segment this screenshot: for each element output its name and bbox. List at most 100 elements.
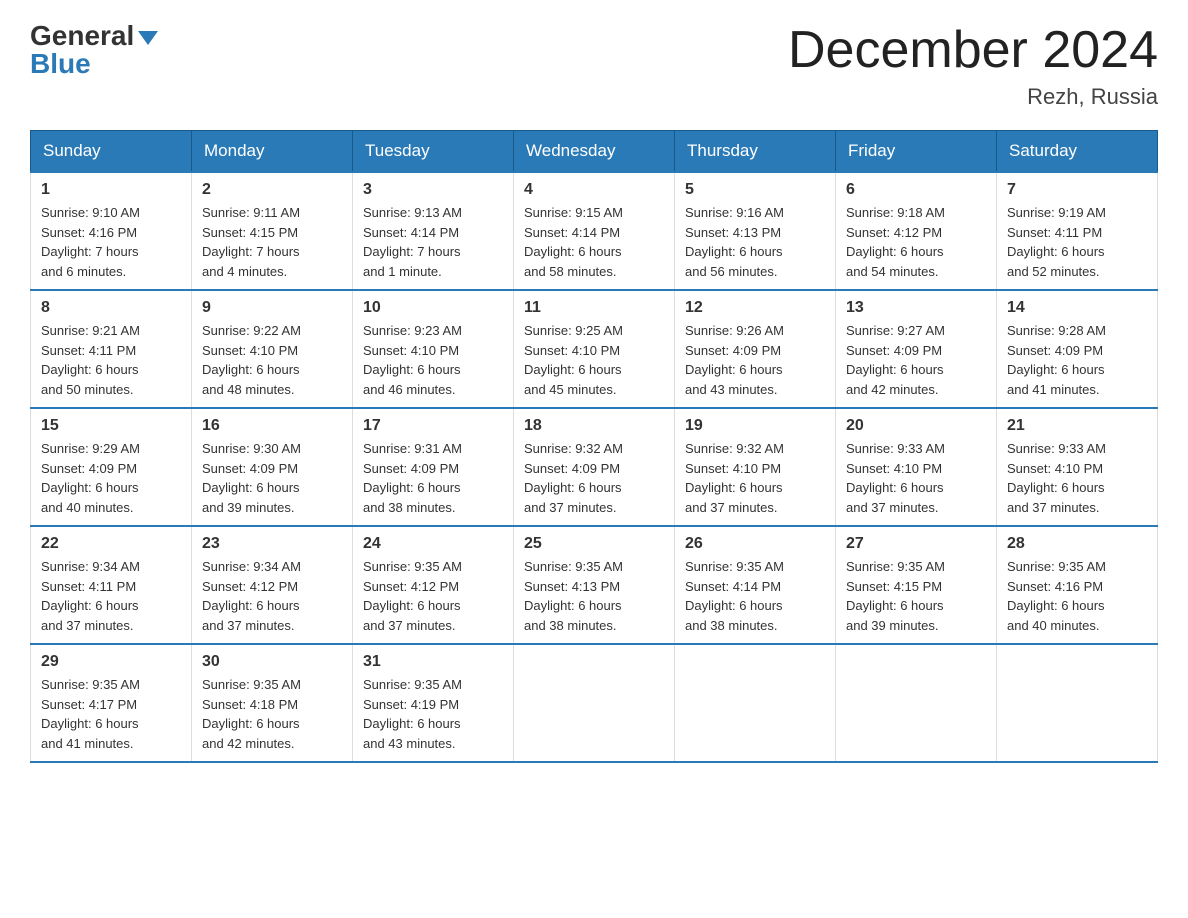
calendar-cell: 16 Sunrise: 9:30 AMSunset: 4:09 PMDaylig… — [192, 408, 353, 526]
calendar-cell: 2 Sunrise: 9:11 AMSunset: 4:15 PMDayligh… — [192, 172, 353, 290]
calendar-cell: 3 Sunrise: 9:13 AMSunset: 4:14 PMDayligh… — [353, 172, 514, 290]
calendar-cell: 29 Sunrise: 9:35 AMSunset: 4:17 PMDaylig… — [31, 644, 192, 762]
calendar-cell: 9 Sunrise: 9:22 AMSunset: 4:10 PMDayligh… — [192, 290, 353, 408]
day-info: Sunrise: 9:23 AMSunset: 4:10 PMDaylight:… — [363, 321, 503, 399]
calendar-cell: 7 Sunrise: 9:19 AMSunset: 4:11 PMDayligh… — [997, 172, 1158, 290]
calendar-cell: 8 Sunrise: 9:21 AMSunset: 4:11 PMDayligh… — [31, 290, 192, 408]
logo: General Blue — [30, 20, 158, 80]
calendar-cell: 19 Sunrise: 9:32 AMSunset: 4:10 PMDaylig… — [675, 408, 836, 526]
calendar-cell: 15 Sunrise: 9:29 AMSunset: 4:09 PMDaylig… — [31, 408, 192, 526]
calendar-cell: 24 Sunrise: 9:35 AMSunset: 4:12 PMDaylig… — [353, 526, 514, 644]
day-info: Sunrise: 9:35 AMSunset: 4:13 PMDaylight:… — [524, 557, 664, 635]
day-number: 22 — [41, 535, 181, 553]
day-info: Sunrise: 9:35 AMSunset: 4:17 PMDaylight:… — [41, 675, 181, 753]
day-number: 26 — [685, 535, 825, 553]
day-number: 20 — [846, 417, 986, 435]
calendar-cell: 4 Sunrise: 9:15 AMSunset: 4:14 PMDayligh… — [514, 172, 675, 290]
day-number: 17 — [363, 417, 503, 435]
day-headers-row: SundayMondayTuesdayWednesdayThursdayFrid… — [31, 131, 1158, 173]
calendar-cell: 17 Sunrise: 9:31 AMSunset: 4:09 PMDaylig… — [353, 408, 514, 526]
calendar-cell — [675, 644, 836, 762]
day-info: Sunrise: 9:10 AMSunset: 4:16 PMDaylight:… — [41, 203, 181, 281]
calendar-cell — [997, 644, 1158, 762]
calendar-body: 1 Sunrise: 9:10 AMSunset: 4:16 PMDayligh… — [31, 172, 1158, 762]
header-sunday: Sunday — [31, 131, 192, 173]
day-number: 9 — [202, 299, 342, 317]
calendar-cell: 12 Sunrise: 9:26 AMSunset: 4:09 PMDaylig… — [675, 290, 836, 408]
day-info: Sunrise: 9:33 AMSunset: 4:10 PMDaylight:… — [846, 439, 986, 517]
day-number: 27 — [846, 535, 986, 553]
calendar-cell — [514, 644, 675, 762]
header-tuesday: Tuesday — [353, 131, 514, 173]
day-number: 24 — [363, 535, 503, 553]
week-row-1: 1 Sunrise: 9:10 AMSunset: 4:16 PMDayligh… — [31, 172, 1158, 290]
calendar-cell: 27 Sunrise: 9:35 AMSunset: 4:15 PMDaylig… — [836, 526, 997, 644]
day-number: 8 — [41, 299, 181, 317]
day-info: Sunrise: 9:18 AMSunset: 4:12 PMDaylight:… — [846, 203, 986, 281]
day-number: 5 — [685, 181, 825, 199]
day-number: 15 — [41, 417, 181, 435]
day-number: 2 — [202, 181, 342, 199]
calendar-cell: 30 Sunrise: 9:35 AMSunset: 4:18 PMDaylig… — [192, 644, 353, 762]
day-info: Sunrise: 9:19 AMSunset: 4:11 PMDaylight:… — [1007, 203, 1147, 281]
page-header: General Blue December 2024 Rezh, Russia — [30, 20, 1158, 110]
day-info: Sunrise: 9:21 AMSunset: 4:11 PMDaylight:… — [41, 321, 181, 399]
location: Rezh, Russia — [788, 84, 1158, 110]
day-info: Sunrise: 9:35 AMSunset: 4:16 PMDaylight:… — [1007, 557, 1147, 635]
day-info: Sunrise: 9:35 AMSunset: 4:14 PMDaylight:… — [685, 557, 825, 635]
header-monday: Monday — [192, 131, 353, 173]
day-number: 11 — [524, 299, 664, 317]
day-number: 4 — [524, 181, 664, 199]
calendar-cell: 21 Sunrise: 9:33 AMSunset: 4:10 PMDaylig… — [997, 408, 1158, 526]
day-info: Sunrise: 9:33 AMSunset: 4:10 PMDaylight:… — [1007, 439, 1147, 517]
day-number: 28 — [1007, 535, 1147, 553]
header-friday: Friday — [836, 131, 997, 173]
day-info: Sunrise: 9:32 AMSunset: 4:10 PMDaylight:… — [685, 439, 825, 517]
day-number: 16 — [202, 417, 342, 435]
calendar-cell: 25 Sunrise: 9:35 AMSunset: 4:13 PMDaylig… — [514, 526, 675, 644]
week-row-3: 15 Sunrise: 9:29 AMSunset: 4:09 PMDaylig… — [31, 408, 1158, 526]
day-info: Sunrise: 9:16 AMSunset: 4:13 PMDaylight:… — [685, 203, 825, 281]
day-info: Sunrise: 9:28 AMSunset: 4:09 PMDaylight:… — [1007, 321, 1147, 399]
day-number: 18 — [524, 417, 664, 435]
header-saturday: Saturday — [997, 131, 1158, 173]
day-info: Sunrise: 9:27 AMSunset: 4:09 PMDaylight:… — [846, 321, 986, 399]
calendar-table: SundayMondayTuesdayWednesdayThursdayFrid… — [30, 130, 1158, 763]
day-info: Sunrise: 9:29 AMSunset: 4:09 PMDaylight:… — [41, 439, 181, 517]
day-info: Sunrise: 9:34 AMSunset: 4:11 PMDaylight:… — [41, 557, 181, 635]
calendar-cell: 20 Sunrise: 9:33 AMSunset: 4:10 PMDaylig… — [836, 408, 997, 526]
calendar-cell: 28 Sunrise: 9:35 AMSunset: 4:16 PMDaylig… — [997, 526, 1158, 644]
day-info: Sunrise: 9:35 AMSunset: 4:12 PMDaylight:… — [363, 557, 503, 635]
day-info: Sunrise: 9:35 AMSunset: 4:18 PMDaylight:… — [202, 675, 342, 753]
header-thursday: Thursday — [675, 131, 836, 173]
week-row-5: 29 Sunrise: 9:35 AMSunset: 4:17 PMDaylig… — [31, 644, 1158, 762]
logo-arrow-icon — [138, 31, 158, 45]
week-row-2: 8 Sunrise: 9:21 AMSunset: 4:11 PMDayligh… — [31, 290, 1158, 408]
day-info: Sunrise: 9:26 AMSunset: 4:09 PMDaylight:… — [685, 321, 825, 399]
logo-blue-text: Blue — [30, 48, 91, 80]
calendar-cell: 13 Sunrise: 9:27 AMSunset: 4:09 PMDaylig… — [836, 290, 997, 408]
day-info: Sunrise: 9:25 AMSunset: 4:10 PMDaylight:… — [524, 321, 664, 399]
calendar-cell: 23 Sunrise: 9:34 AMSunset: 4:12 PMDaylig… — [192, 526, 353, 644]
day-number: 21 — [1007, 417, 1147, 435]
calendar-cell: 10 Sunrise: 9:23 AMSunset: 4:10 PMDaylig… — [353, 290, 514, 408]
day-number: 23 — [202, 535, 342, 553]
calendar-cell: 31 Sunrise: 9:35 AMSunset: 4:19 PMDaylig… — [353, 644, 514, 762]
month-title: December 2024 — [788, 20, 1158, 80]
day-info: Sunrise: 9:22 AMSunset: 4:10 PMDaylight:… — [202, 321, 342, 399]
calendar-cell — [836, 644, 997, 762]
day-info: Sunrise: 9:30 AMSunset: 4:09 PMDaylight:… — [202, 439, 342, 517]
calendar-cell: 6 Sunrise: 9:18 AMSunset: 4:12 PMDayligh… — [836, 172, 997, 290]
day-number: 31 — [363, 653, 503, 671]
week-row-4: 22 Sunrise: 9:34 AMSunset: 4:11 PMDaylig… — [31, 526, 1158, 644]
calendar-cell: 11 Sunrise: 9:25 AMSunset: 4:10 PMDaylig… — [514, 290, 675, 408]
day-info: Sunrise: 9:15 AMSunset: 4:14 PMDaylight:… — [524, 203, 664, 281]
day-number: 7 — [1007, 181, 1147, 199]
calendar-cell: 5 Sunrise: 9:16 AMSunset: 4:13 PMDayligh… — [675, 172, 836, 290]
day-number: 13 — [846, 299, 986, 317]
calendar-cell: 22 Sunrise: 9:34 AMSunset: 4:11 PMDaylig… — [31, 526, 192, 644]
title-section: December 2024 Rezh, Russia — [788, 20, 1158, 110]
day-number: 6 — [846, 181, 986, 199]
day-number: 29 — [41, 653, 181, 671]
day-info: Sunrise: 9:34 AMSunset: 4:12 PMDaylight:… — [202, 557, 342, 635]
